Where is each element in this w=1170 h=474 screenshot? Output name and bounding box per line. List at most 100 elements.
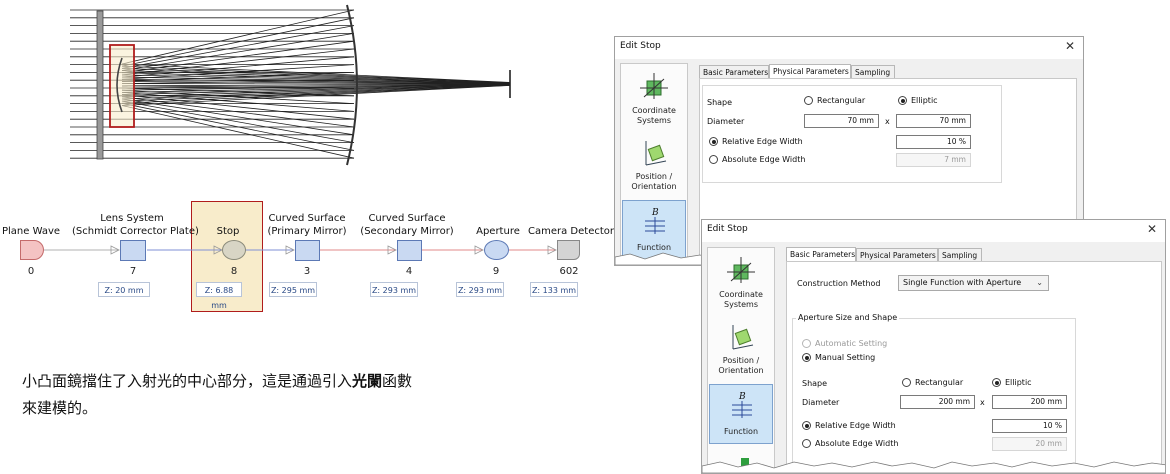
- edit-stop-dialog-basic: Edit Stop ✕ Coordinate Systems Position …: [701, 219, 1166, 474]
- caption-line-1: 小凸面鏡擋住了入射光的中心部分，這是通過引入光闌函數: [22, 369, 412, 394]
- node-title-line1: Curved Surface: [268, 213, 346, 224]
- shape-radio-rectangular[interactable]: [902, 378, 911, 387]
- diameter-y-field[interactable]: 200 mm: [992, 395, 1067, 409]
- node-title-line2: (Primary Mirror): [267, 226, 347, 237]
- absolute-edge-label: Absolute Edge Width: [722, 155, 806, 164]
- sidebar-item-coordinate-systems[interactable]: Coordinate Systems: [622, 68, 686, 128]
- node-title-line1: Curved Surface: [368, 213, 446, 224]
- lens-system-icon[interactable]: [120, 240, 146, 261]
- absolute-edge-label: Absolute Edge Width: [815, 439, 899, 448]
- optical-layout-sketch: [70, 4, 511, 166]
- dialog-titlebar: Edit Stop ✕: [702, 220, 1165, 242]
- tab-physical-parameters[interactable]: Physical Parameters: [856, 248, 938, 261]
- node-id: 7: [129, 266, 137, 277]
- chevron-down-icon: ⌄: [1036, 278, 1043, 287]
- sidebar-item-coordinate-systems[interactable]: Coordinate Systems: [709, 252, 773, 312]
- relative-edge-label: Relative Edge Width: [815, 421, 896, 430]
- node-id: 9: [492, 266, 500, 277]
- camera-detector-icon[interactable]: [557, 240, 580, 260]
- close-icon[interactable]: ✕: [1065, 39, 1075, 53]
- absolute-edge-radio[interactable]: [802, 439, 811, 448]
- dialog-tabs: Basic Parameters Physical Parameters Sam…: [699, 64, 999, 79]
- ray-line: [121, 100, 355, 143]
- svg-text:B: B: [738, 392, 746, 402]
- shape-option-label: Rectangular: [817, 96, 866, 105]
- node-id: 4: [405, 266, 413, 277]
- diameter-x-field[interactable]: 200 mm: [900, 395, 975, 409]
- z-position-badge: Z: 295 mm: [269, 282, 317, 297]
- dialog-title: Edit Stop: [620, 41, 661, 51]
- automatic-setting-label: Automatic Setting: [815, 339, 888, 348]
- shape-radio-rectangular[interactable]: [804, 96, 813, 105]
- node-title-primary-mirror: Curved Surface (Primary Mirror): [262, 212, 352, 238]
- absolute-edge-field: 20 mm: [992, 437, 1067, 451]
- ray-line: [121, 17, 355, 67]
- z-position-badge: Z: 293 mm: [370, 282, 418, 297]
- node-id: 8: [230, 266, 238, 277]
- coordinate-systems-icon: [727, 257, 755, 283]
- diameter-times-label: x: [885, 117, 890, 126]
- close-icon[interactable]: ✕: [1147, 222, 1157, 236]
- shape-option-label: Rectangular: [915, 378, 964, 387]
- tab-basic-parameters[interactable]: Basic Parameters: [699, 65, 769, 78]
- tab-sampling[interactable]: Sampling: [851, 65, 895, 78]
- node-title-stop: Stop: [216, 226, 240, 237]
- caption-text: 小凸面鏡擋住了入射光的中心部分，這是通過引入: [22, 372, 353, 390]
- diameter-y-field[interactable]: 70 mm: [896, 114, 971, 128]
- construction-method-value: Single Function with Aperture: [903, 278, 1022, 287]
- function-icon: B: [732, 392, 752, 418]
- diameter-label: Diameter: [707, 117, 745, 126]
- automatic-setting-radio: [802, 339, 811, 348]
- absolute-edge-field: 7 mm: [896, 153, 971, 167]
- position-orientation-icon: [645, 141, 667, 166]
- diameter-label: Diameter: [802, 398, 840, 407]
- diameter-x-field[interactable]: 70 mm: [804, 114, 879, 128]
- node-id: 602: [559, 266, 579, 277]
- position-orientation-icon: [732, 325, 754, 350]
- construction-method-select[interactable]: Single Function with Aperture ⌄: [898, 275, 1049, 291]
- z-position-badge: Z: 293 mm: [456, 282, 504, 297]
- tab-basic-parameters[interactable]: Basic Parameters: [786, 247, 856, 261]
- absolute-edge-radio[interactable]: [709, 155, 718, 164]
- z-position-badge: Z: 133 mm: [530, 282, 578, 297]
- dialog-titlebar: Edit Stop ✕: [615, 37, 1083, 59]
- plane-wave-icon[interactable]: [20, 240, 44, 260]
- aperture-icon[interactable]: [484, 240, 509, 260]
- caption-line-2: 來建模的。: [22, 399, 98, 417]
- relative-edge-field[interactable]: 10 %: [896, 135, 971, 149]
- ray-line: [121, 98, 355, 136]
- stop-icon[interactable]: [222, 240, 246, 260]
- primary-mirror-icon[interactable]: [295, 240, 320, 261]
- construction-method-label: Construction Method: [797, 279, 881, 288]
- svg-text:B: B: [651, 208, 659, 218]
- shape-label: Shape: [802, 379, 828, 388]
- shape-radio-elliptic[interactable]: [898, 96, 907, 105]
- manual-setting-radio[interactable]: [802, 353, 811, 362]
- sidebar-item-label: Function: [723, 427, 759, 436]
- tab-sampling[interactable]: Sampling: [938, 248, 982, 261]
- node-id: 0: [27, 266, 35, 277]
- dialog-title: Edit Stop: [707, 224, 748, 234]
- relative-edge-field[interactable]: 10 %: [992, 419, 1067, 433]
- node-title-line1: Lens System: [100, 213, 164, 224]
- node-title-plane-wave: Plane Wave: [1, 226, 61, 237]
- secondary-mirror-icon[interactable]: [397, 240, 422, 261]
- sidebar-item-label: Position / Orientation: [631, 172, 677, 191]
- tab-physical-parameters[interactable]: Physical Parameters: [769, 64, 851, 78]
- shape-option-label: Elliptic: [1005, 378, 1032, 387]
- sidebar-item-position-orientation[interactable]: Position / Orientation: [622, 134, 686, 194]
- relative-edge-radio[interactable]: [802, 421, 811, 430]
- z-position-badge: Z: 6.88 mm: [196, 282, 242, 310]
- relative-edge-radio[interactable]: [709, 137, 718, 146]
- sidebar-item-function[interactable]: B Function: [709, 384, 773, 444]
- node-title-lens-system: Lens System (Schmidt Corrector Plate): [72, 212, 199, 238]
- caption-bold-term: 光闌: [352, 372, 383, 390]
- node-title-camera-detector: Camera Detector: [528, 226, 614, 237]
- node-title-secondary-mirror: Curved Surface (Secondary Mirror): [355, 212, 459, 238]
- shape-option-label: Elliptic: [911, 96, 938, 105]
- sidebar-item-label: Coordinate Systems: [719, 290, 763, 309]
- sidebar-item-position-orientation[interactable]: Position / Orientation: [709, 318, 773, 378]
- shape-radio-elliptic[interactable]: [992, 378, 1001, 387]
- dialog-tabs: Basic Parameters Physical Parameters Sam…: [786, 247, 1086, 262]
- dialog-sidebar: Coordinate Systems Position / Orientatio…: [620, 63, 688, 265]
